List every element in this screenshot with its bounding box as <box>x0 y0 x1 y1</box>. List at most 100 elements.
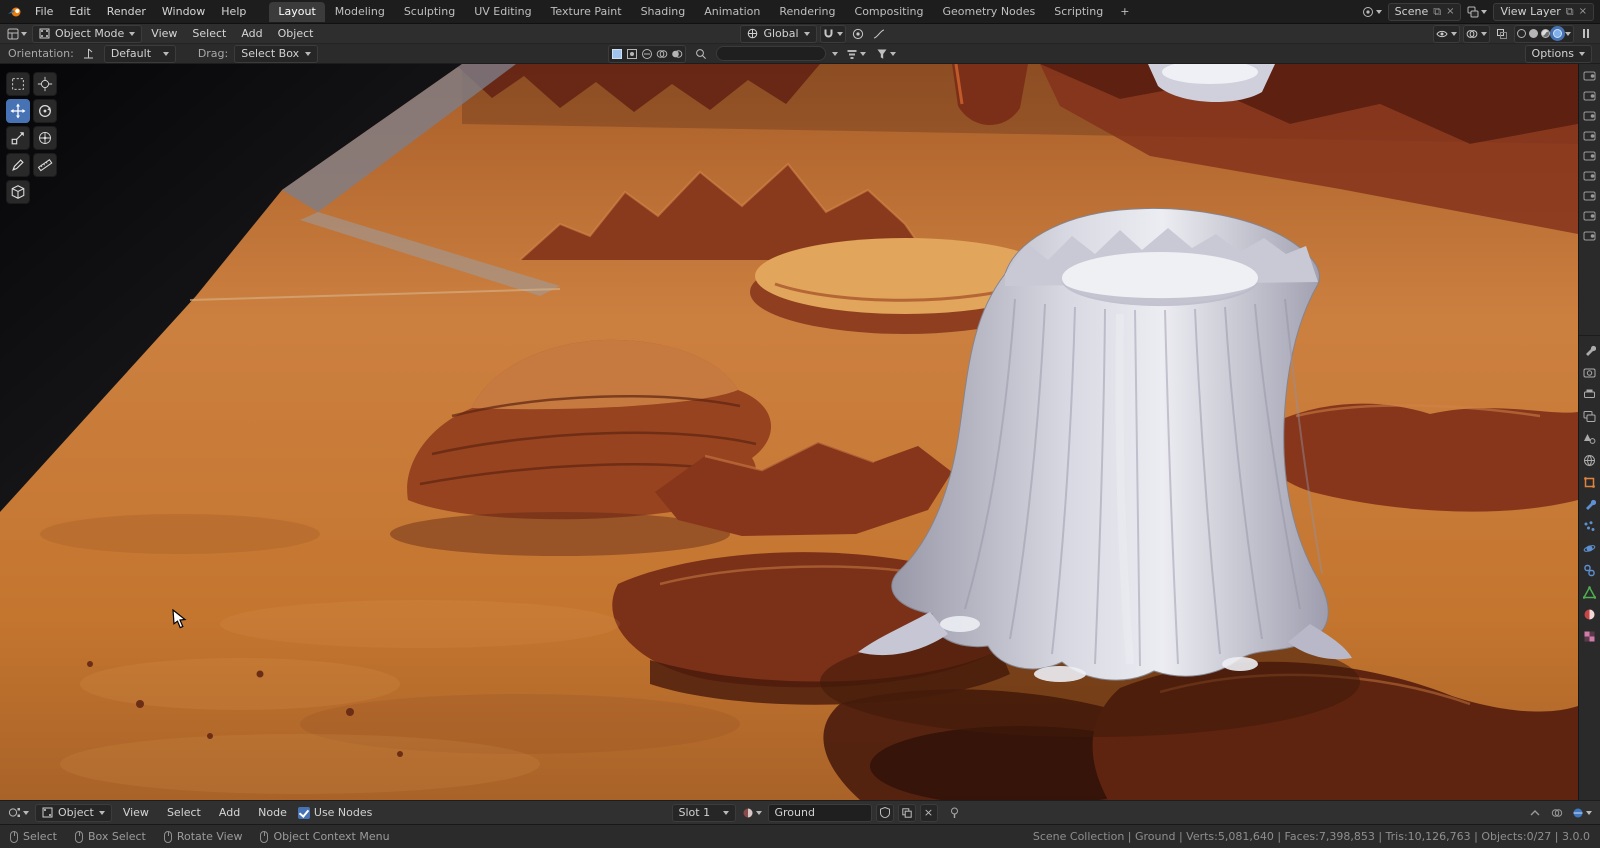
shader-editor-type-icon[interactable] <box>6 804 31 821</box>
tab-uv-editing[interactable]: UV Editing <box>465 2 540 22</box>
tab-shading[interactable]: Shading <box>632 2 695 22</box>
shader-menu-view[interactable]: View <box>116 804 156 821</box>
material-slot-dropdown[interactable]: Slot 1 <box>671 803 736 822</box>
tab-sculpting[interactable]: Sculpting <box>395 2 464 22</box>
snap-node-icon[interactable] <box>1526 804 1544 821</box>
fake-user-shield-icon[interactable] <box>875 803 894 822</box>
props-tab-material-icon[interactable] <box>1583 608 1596 621</box>
mask-extend-icon[interactable] <box>626 48 638 60</box>
scene-browse-icon[interactable] <box>1360 3 1384 20</box>
blender-logo-icon[interactable] <box>6 5 24 19</box>
props-tab-view-layer-icon[interactable] <box>1583 410 1596 423</box>
tab-scripting[interactable]: Scripting <box>1045 2 1112 22</box>
tool-transform-button[interactable] <box>33 126 57 150</box>
tool-measure-button[interactable] <box>33 153 57 177</box>
pin-icon[interactable] <box>946 804 964 821</box>
outliner-object-icon[interactable] <box>1583 70 1596 81</box>
tab-rendering[interactable]: Rendering <box>770 2 844 22</box>
tool-rotate-button[interactable] <box>33 99 57 123</box>
transform-orientation-dropdown[interactable]: Global <box>740 24 817 43</box>
mask-subtract-icon[interactable] <box>641 48 653 60</box>
unlink-material-icon[interactable]: × <box>919 803 938 822</box>
shading-solid-icon[interactable] <box>1529 29 1538 38</box>
proportional-falloff-icon[interactable] <box>870 25 888 42</box>
scene-unlink-icon[interactable]: × <box>1446 6 1454 17</box>
props-tab-physics-icon[interactable] <box>1583 542 1596 555</box>
shader-id-type-dropdown[interactable]: Object <box>35 803 112 822</box>
vp-menu-select[interactable]: Select <box>186 26 232 41</box>
props-tab-output-icon[interactable] <box>1583 388 1596 401</box>
menu-edit[interactable]: Edit <box>62 3 97 20</box>
search-options-caret[interactable] <box>832 51 839 56</box>
tab-compositing[interactable]: Compositing <box>846 2 933 22</box>
mask-difference-icon[interactable] <box>656 48 668 60</box>
scene-selector[interactable]: Scene ⧉ × <box>1387 2 1462 21</box>
outliner-object-icon[interactable] <box>1583 210 1596 221</box>
filter-type-icon[interactable] <box>844 45 868 62</box>
tab-texture-paint[interactable]: Texture Paint <box>542 2 631 22</box>
menu-render[interactable]: Render <box>100 3 153 20</box>
tool-annotate-button[interactable] <box>6 153 30 177</box>
options-dropdown[interactable]: Options <box>1524 44 1592 63</box>
mode-dropdown[interactable]: Object Mode <box>32 24 143 43</box>
scene-new-icon[interactable]: ⧉ <box>1433 5 1441 19</box>
orientation-dropdown[interactable]: Default <box>103 44 176 63</box>
outliner-object-icon[interactable] <box>1583 130 1596 141</box>
outliner-object-icon[interactable] <box>1583 170 1596 181</box>
props-tab-object-icon[interactable] <box>1583 476 1596 489</box>
props-tab-constraints-icon[interactable] <box>1583 564 1596 577</box>
xray-toggle-icon[interactable] <box>1493 25 1511 42</box>
material-name-field[interactable]: Ground <box>767 803 872 822</box>
mask-intersect-icon[interactable] <box>671 48 683 60</box>
tool-cursor-button[interactable] <box>33 72 57 96</box>
outliner-object-icon[interactable] <box>1583 230 1596 241</box>
shader-menu-select[interactable]: Select <box>160 804 208 821</box>
shader-menu-add[interactable]: Add <box>212 804 247 821</box>
duplicate-data-icon[interactable] <box>897 803 916 822</box>
view-layer-remove-icon[interactable]: × <box>1579 6 1587 17</box>
tool-scale-button[interactable] <box>6 126 30 150</box>
menu-file[interactable]: File <box>28 3 60 20</box>
overlays-group[interactable] <box>1463 24 1490 43</box>
pause-render-icon[interactable] <box>1577 25 1595 42</box>
search-input[interactable] <box>716 46 827 61</box>
editor-type-icon[interactable] <box>5 25 29 42</box>
props-tab-tool-icon[interactable] <box>1583 344 1596 357</box>
view-layer-selector[interactable]: View Layer ⧉ × <box>1493 2 1594 21</box>
tab-modeling[interactable]: Modeling <box>326 2 394 22</box>
view-layer-new-icon[interactable]: ⧉ <box>1566 5 1574 19</box>
add-workspace-button[interactable]: + <box>1113 2 1136 22</box>
3d-viewport-canvas[interactable] <box>0 64 1578 800</box>
outliner-object-icon[interactable] <box>1583 150 1596 161</box>
vp-menu-object[interactable]: Object <box>272 26 320 41</box>
tab-layout[interactable]: Layout <box>269 1 325 22</box>
props-tab-world-icon[interactable] <box>1583 454 1596 467</box>
shader-menu-node[interactable]: Node <box>251 804 294 821</box>
outliner-object-icon[interactable] <box>1583 110 1596 121</box>
props-tab-object-data-icon[interactable] <box>1583 586 1596 599</box>
tool-add-cube-button[interactable] <box>6 180 30 204</box>
props-tab-render-icon[interactable] <box>1583 366 1596 379</box>
use-nodes-checkbox[interactable] <box>297 806 310 819</box>
mask-new-icon[interactable] <box>611 48 623 60</box>
outliner-object-icon[interactable] <box>1583 190 1596 201</box>
tab-geometry-nodes[interactable]: Geometry Nodes <box>933 2 1044 22</box>
props-tab-modifiers-icon[interactable] <box>1583 498 1596 511</box>
vp-menu-view[interactable]: View <box>145 26 183 41</box>
search-icon[interactable] <box>692 45 710 62</box>
outliner-object-icon[interactable] <box>1583 90 1596 101</box>
vp-menu-add[interactable]: Add <box>235 26 268 41</box>
orientation-icon[interactable] <box>80 45 98 62</box>
menu-help[interactable]: Help <box>214 3 253 20</box>
props-tab-particles-icon[interactable] <box>1583 520 1596 533</box>
filter-funnel-icon[interactable] <box>874 45 898 62</box>
snap-controls[interactable] <box>819 24 846 43</box>
view-layer-browse-icon[interactable] <box>1465 3 1489 20</box>
proportional-edit-icon[interactable] <box>849 25 867 42</box>
object-visibility-group[interactable] <box>1433 24 1460 43</box>
props-tab-scene-icon[interactable] <box>1583 432 1596 445</box>
tool-move-button[interactable] <box>6 99 30 123</box>
material-browse-icon[interactable] <box>740 804 764 821</box>
overlay-toggle-icon[interactable] <box>1548 804 1566 821</box>
drag-dropdown[interactable]: Select Box <box>234 44 319 63</box>
